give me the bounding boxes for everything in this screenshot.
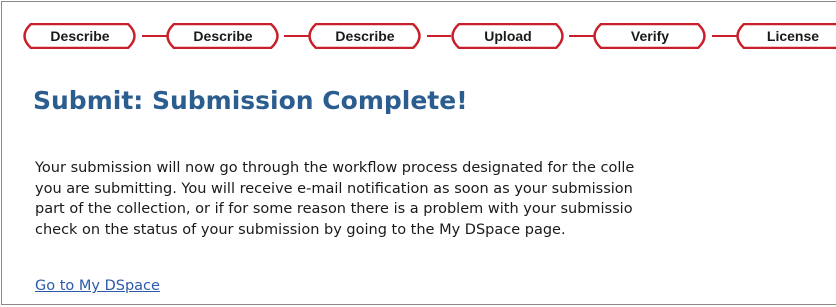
step-describe-3[interactable]: Describe bbox=[306, 23, 424, 49]
step-verify[interactable]: Verify bbox=[591, 23, 709, 49]
content-frame: Describe Describe Describe Upload Verify… bbox=[1, 1, 836, 305]
message-line: part of the collection, or if for some r… bbox=[35, 201, 633, 217]
completion-message: Your submission will now go through the … bbox=[35, 158, 836, 240]
page-title: Submit: Submission Complete! bbox=[33, 86, 468, 115]
message-line: you are submitting. You will receive e-m… bbox=[35, 180, 633, 197]
step-describe-1[interactable]: Describe bbox=[21, 23, 139, 49]
step-describe-2[interactable]: Describe bbox=[164, 23, 282, 49]
message-line: Your submission will now go through the … bbox=[35, 160, 635, 176]
go-to-my-dspace-link[interactable]: Go to My DSpace bbox=[35, 278, 160, 294]
message-line: check on the status of your submission b… bbox=[35, 221, 566, 238]
step-upload[interactable]: Upload bbox=[449, 23, 567, 49]
step-license[interactable]: License bbox=[734, 23, 836, 49]
submission-progress-bar: Describe Describe Describe Upload Verify… bbox=[17, 23, 836, 49]
progress-connectors bbox=[23, 23, 836, 49]
